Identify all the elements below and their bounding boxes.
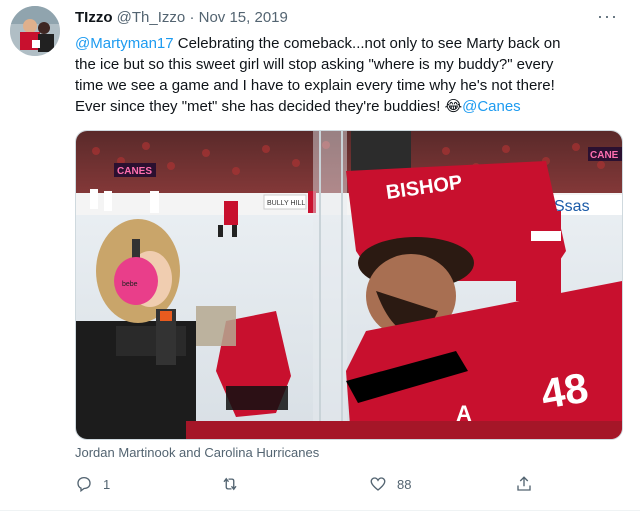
headphone-label: bebe [122, 281, 138, 288]
tweet-card: TIzzo @Th_Izzo · Nov 15, 2019 ··· @Marty… [0, 0, 640, 517]
reply-icon [77, 476, 91, 493]
tweet-text-line-2: the ice but so this sweet girl will stop… [75, 56, 554, 73]
laughing-emoji: 😂 [444, 98, 463, 115]
tweet-divider [0, 510, 640, 511]
bully-hill-ad: BULLY HILL [267, 200, 305, 207]
tweet-photo[interactable]: CANES CANE BULLY HILL Ssas bebe BISHOP 4… [75, 130, 623, 440]
author-avatar[interactable] [10, 6, 60, 56]
heart-icon [370, 477, 386, 491]
like-count: 88 [397, 476, 412, 492]
board-right-sign: CANE [590, 150, 619, 161]
tweet-actions: 1 88 [75, 475, 555, 499]
share-icon [517, 476, 531, 491]
tweet-text-line-3: time we see a game and I have to explain… [75, 77, 555, 94]
tweet-text-line-1: Celebrating the comeback...not only to s… [173, 35, 561, 52]
share-button[interactable] [515, 475, 533, 493]
photo-caption[interactable]: Jordan Martinook and Carolina Hurricanes [75, 445, 319, 460]
mention-link[interactable]: @Martyman17 [75, 35, 174, 52]
tweet-date[interactable]: Nov 15, 2019 [199, 9, 288, 26]
like-button[interactable]: 88 [369, 475, 411, 493]
reply-count: 1 [103, 476, 111, 492]
jersey-number: 48 [537, 363, 591, 417]
board-left-sign: CANES [117, 166, 152, 177]
bench-ledge [186, 421, 622, 439]
canes-mention-link[interactable]: @Canes [462, 98, 521, 115]
more-options-icon[interactable]: ··· [597, 6, 618, 27]
retweet-button[interactable] [220, 475, 250, 493]
hockey-photo: CANES CANE BULLY HILL Ssas bebe BISHOP 4… [76, 131, 622, 439]
retweet-icon [223, 477, 237, 491]
author-handle[interactable]: @Th_Izzo [117, 9, 186, 26]
reply-button[interactable]: 1 [75, 475, 110, 493]
avatar-image [10, 6, 60, 56]
tweet-header: TIzzo @Th_Izzo · Nov 15, 2019 [75, 9, 288, 26]
tweet-text: @Martyman17 Celebrating the comeback...n… [75, 33, 625, 117]
tweet-text-line-4: Ever since they "met" she has decided th… [75, 98, 445, 115]
author-name[interactable]: TIzzo [75, 9, 113, 26]
header-separator: · [189, 9, 195, 26]
